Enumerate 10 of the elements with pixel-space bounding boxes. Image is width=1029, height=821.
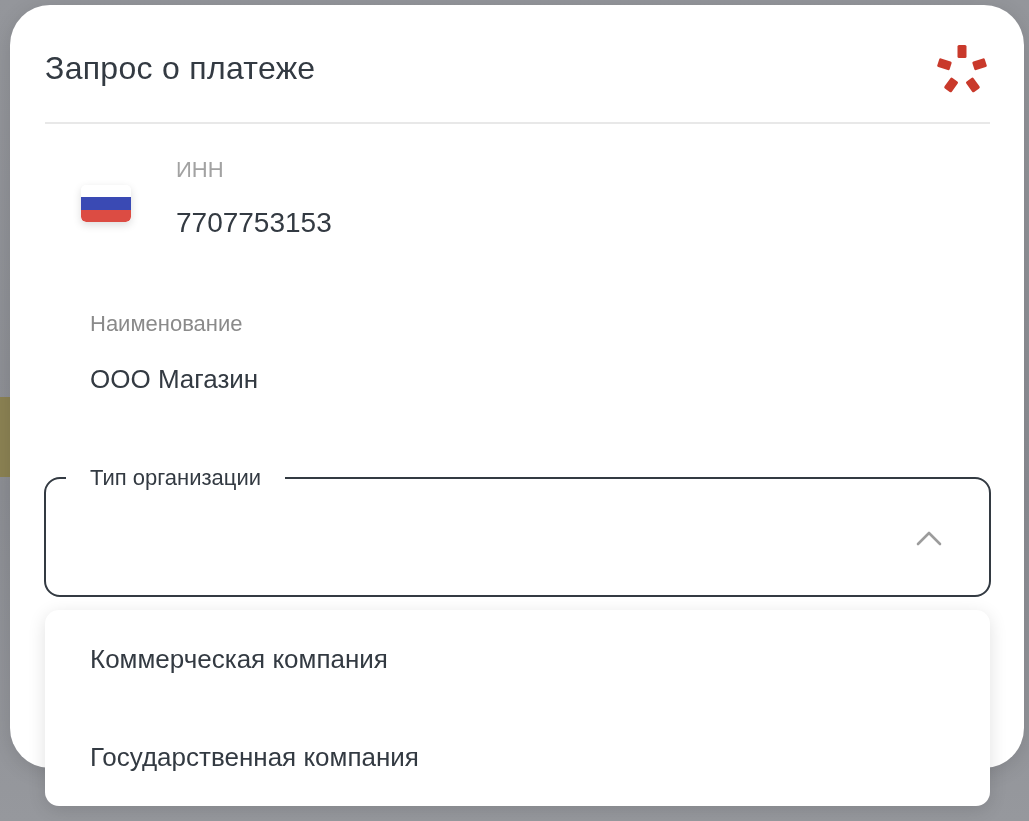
inn-label: ИНН [176, 156, 224, 184]
inn-value: 7707753153 [176, 206, 332, 240]
flag-icon [81, 184, 131, 222]
field-label: Тип организации [89, 465, 262, 491]
name-label: Наименование [90, 310, 243, 338]
name-value: ООО Магазин [90, 363, 259, 396]
star-logo-icon [937, 42, 987, 93]
menu-option[interactable]: Государственная компания [45, 708, 990, 806]
menu-option[interactable]: Коммерческая компания [45, 610, 990, 708]
dialog-title: Запрос о платеже [45, 48, 316, 88]
